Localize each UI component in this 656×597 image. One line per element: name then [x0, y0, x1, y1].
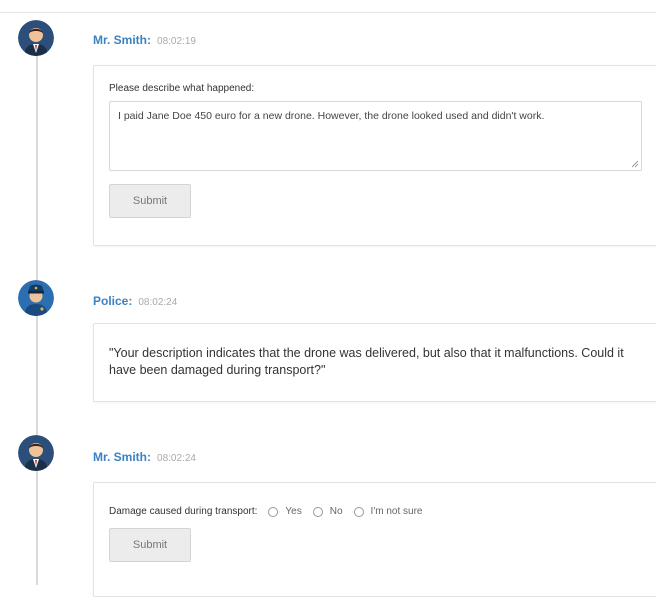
police-officer-avatar-icon	[18, 280, 54, 316]
transport-damage-form-card: Damage caused during transport: Yes No I…	[93, 482, 656, 597]
police-question-text: "Your description indicates that the dro…	[109, 346, 624, 377]
man-avatar-icon	[18, 20, 54, 56]
message-header: Police: 08:02:24	[93, 294, 177, 308]
description-label: Please describe what happened:	[109, 83, 255, 94]
man-avatar-icon	[18, 435, 54, 471]
resize-grip-icon[interactable]	[631, 160, 639, 168]
timestamp: 08:02:24	[138, 297, 178, 308]
police-question-card: "Your description indicates that the dro…	[93, 323, 656, 402]
radio-option-not-sure[interactable]: I'm not sure	[353, 506, 423, 517]
description-form-card: Please describe what happened: I paid Ja…	[93, 65, 656, 246]
submit-button[interactable]: Submit	[109, 528, 191, 562]
radio-label: Yes	[285, 506, 302, 517]
sender-name: Police:	[93, 294, 133, 308]
sender-name: Mr. Smith:	[93, 33, 152, 47]
radio-button[interactable]	[312, 506, 323, 517]
message-header: Mr. Smith: 08:02:24	[93, 450, 196, 464]
description-textarea[interactable]: I paid Jane Doe 450 euro for a new drone…	[109, 101, 642, 171]
top-divider	[0, 12, 656, 13]
transport-damage-label: Damage caused during transport:	[109, 506, 258, 517]
transport-damage-question: Damage caused during transport: Yes No I…	[109, 506, 422, 517]
timestamp: 08:02:19	[157, 36, 196, 47]
radio-button[interactable]	[268, 506, 279, 517]
submit-button[interactable]: Submit	[109, 184, 191, 218]
message-header: Mr. Smith: 08:02:19	[93, 33, 196, 47]
sender-name: Mr. Smith:	[93, 450, 152, 464]
timestamp: 08:02:24	[157, 453, 196, 464]
radio-option-yes[interactable]: Yes	[268, 506, 302, 517]
radio-label: I'm not sure	[370, 506, 423, 517]
radio-button[interactable]	[353, 506, 364, 517]
description-text: I paid Jane Doe 450 euro for a new drone…	[118, 110, 545, 122]
radio-option-no[interactable]: No	[312, 506, 343, 517]
radio-label: No	[329, 506, 343, 517]
